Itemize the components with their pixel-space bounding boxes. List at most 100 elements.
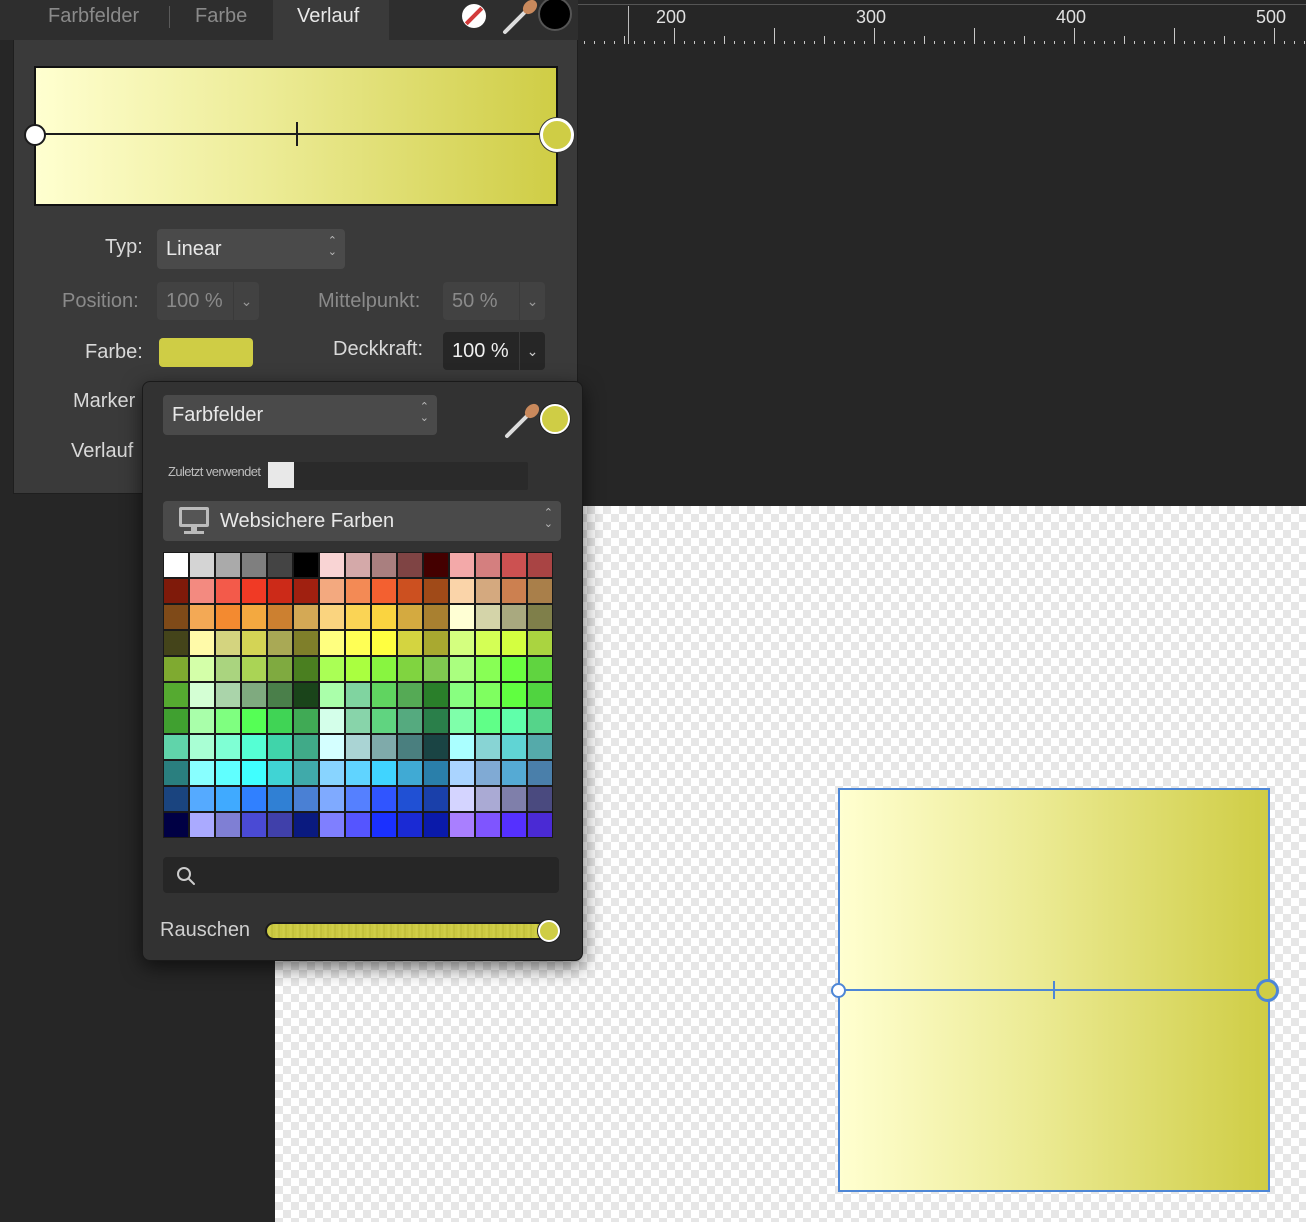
color-swatch[interactable] <box>189 682 215 708</box>
color-swatch[interactable] <box>371 708 397 734</box>
gradient-start-handle[interactable] <box>831 983 846 998</box>
deckkraft-field[interactable]: 100 % ⌄ <box>443 332 545 370</box>
stroke-color-swatch[interactable] <box>538 0 572 31</box>
color-swatch[interactable] <box>215 656 241 682</box>
color-swatch[interactable] <box>501 656 527 682</box>
color-swatch[interactable] <box>423 578 449 604</box>
color-swatch[interactable] <box>501 578 527 604</box>
current-color-swatch[interactable] <box>540 404 570 434</box>
color-swatch[interactable] <box>241 630 267 656</box>
color-swatch[interactable] <box>423 734 449 760</box>
color-swatch[interactable] <box>475 682 501 708</box>
color-swatch[interactable] <box>371 552 397 578</box>
color-swatch[interactable] <box>241 760 267 786</box>
swatch-search-input[interactable] <box>163 857 559 893</box>
color-swatch[interactable] <box>423 786 449 812</box>
color-swatch[interactable] <box>475 630 501 656</box>
noise-slider[interactable] <box>265 922 561 940</box>
gradient-midpoint-handle[interactable] <box>1053 981 1055 999</box>
color-swatch[interactable] <box>449 656 475 682</box>
tab-farbe[interactable]: Farbe <box>195 5 247 28</box>
color-swatch[interactable] <box>371 630 397 656</box>
color-swatch[interactable] <box>371 604 397 630</box>
color-swatch[interactable] <box>371 682 397 708</box>
chevron-down-icon[interactable]: ⌄ <box>233 282 259 320</box>
color-swatch[interactable] <box>423 604 449 630</box>
color-swatch[interactable] <box>215 552 241 578</box>
recent-color-swatch[interactable] <box>268 462 294 488</box>
color-swatch[interactable] <box>423 682 449 708</box>
color-swatch[interactable] <box>501 734 527 760</box>
typ-select[interactable]: Linear ⌃ ⌄ <box>157 229 345 269</box>
color-swatch[interactable] <box>241 734 267 760</box>
color-swatch[interactable] <box>293 630 319 656</box>
color-swatch[interactable] <box>397 786 423 812</box>
color-swatch[interactable] <box>371 786 397 812</box>
color-swatch[interactable] <box>163 552 189 578</box>
color-swatch[interactable] <box>267 786 293 812</box>
color-swatch[interactable] <box>345 708 371 734</box>
color-swatch[interactable] <box>241 812 267 838</box>
color-swatch[interactable] <box>371 760 397 786</box>
color-swatch[interactable] <box>241 786 267 812</box>
tab-verlauf[interactable]: Verlauf <box>297 5 359 28</box>
color-swatch[interactable] <box>501 552 527 578</box>
color-swatch[interactable] <box>371 656 397 682</box>
color-swatch[interactable] <box>527 786 553 812</box>
color-swatch[interactable] <box>241 656 267 682</box>
color-swatch[interactable] <box>319 552 345 578</box>
color-swatch[interactable] <box>319 812 345 838</box>
color-swatch[interactable] <box>501 682 527 708</box>
color-swatch[interactable] <box>527 578 553 604</box>
color-swatch[interactable] <box>527 708 553 734</box>
color-swatch[interactable] <box>267 682 293 708</box>
color-swatch[interactable] <box>449 630 475 656</box>
color-swatch[interactable] <box>189 734 215 760</box>
color-swatch[interactable] <box>319 760 345 786</box>
color-swatch[interactable] <box>163 812 189 838</box>
color-swatch[interactable] <box>319 734 345 760</box>
color-swatch[interactable] <box>449 552 475 578</box>
color-swatch[interactable] <box>397 734 423 760</box>
color-swatch[interactable] <box>449 812 475 838</box>
color-swatch[interactable] <box>241 552 267 578</box>
palette-select[interactable]: Websichere Farben ⌃ ⌄ <box>163 501 561 541</box>
color-swatch[interactable] <box>293 708 319 734</box>
color-swatch[interactable] <box>189 656 215 682</box>
color-swatch[interactable] <box>189 708 215 734</box>
color-swatch[interactable] <box>293 734 319 760</box>
color-swatch[interactable] <box>449 578 475 604</box>
color-swatch[interactable] <box>189 786 215 812</box>
color-swatch[interactable] <box>189 552 215 578</box>
color-swatch[interactable] <box>215 734 241 760</box>
color-swatch[interactable] <box>345 552 371 578</box>
color-swatch[interactable] <box>163 604 189 630</box>
color-swatch[interactable] <box>423 708 449 734</box>
color-swatch[interactable] <box>215 812 241 838</box>
color-swatch[interactable] <box>189 630 215 656</box>
color-swatch[interactable] <box>423 760 449 786</box>
color-swatch[interactable] <box>189 578 215 604</box>
color-swatch[interactable] <box>241 708 267 734</box>
color-swatch[interactable] <box>475 708 501 734</box>
color-swatch[interactable] <box>449 760 475 786</box>
color-swatch[interactable] <box>293 786 319 812</box>
color-swatch[interactable] <box>163 760 189 786</box>
color-swatch[interactable] <box>371 578 397 604</box>
color-swatch[interactable] <box>475 812 501 838</box>
gradient-preview-midpoint[interactable] <box>296 122 298 146</box>
color-swatch[interactable] <box>319 682 345 708</box>
color-swatch[interactable] <box>215 578 241 604</box>
color-swatch[interactable] <box>267 604 293 630</box>
color-swatch[interactable] <box>345 604 371 630</box>
color-swatch[interactable] <box>345 630 371 656</box>
color-swatch[interactable] <box>345 734 371 760</box>
color-picker-icon[interactable] <box>500 0 540 36</box>
color-swatch[interactable] <box>397 552 423 578</box>
color-swatch[interactable] <box>449 734 475 760</box>
stop-color-swatch[interactable] <box>159 338 253 367</box>
color-swatch[interactable] <box>189 760 215 786</box>
color-swatch[interactable] <box>267 708 293 734</box>
color-swatch[interactable] <box>215 708 241 734</box>
color-swatch[interactable] <box>397 656 423 682</box>
